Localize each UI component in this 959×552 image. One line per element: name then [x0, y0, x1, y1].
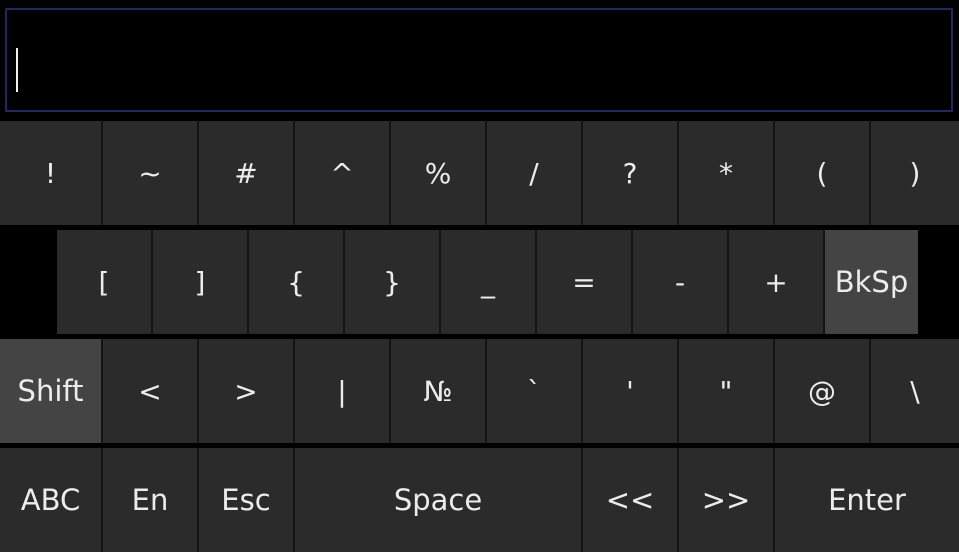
key-open-bracket[interactable]: [ — [57, 230, 153, 334]
key-numero[interactable]: № — [391, 339, 487, 443]
text-input-display[interactable] — [5, 8, 953, 112]
key-tilde[interactable]: ~ — [103, 121, 199, 225]
key-double-quote[interactable]: " — [679, 339, 775, 443]
key-percent[interactable]: % — [391, 121, 487, 225]
key-caret[interactable]: ^ — [295, 121, 391, 225]
enter-key[interactable]: Enter — [775, 448, 959, 552]
cursor-left-key[interactable]: << — [583, 448, 679, 552]
shift-key[interactable]: Shift — [0, 339, 103, 443]
key-hash[interactable]: # — [199, 121, 295, 225]
abc-layout-key[interactable]: ABC — [0, 448, 103, 552]
key-backslash[interactable]: \ — [871, 339, 959, 443]
key-question[interactable]: ? — [583, 121, 679, 225]
key-open-paren[interactable]: ( — [775, 121, 871, 225]
text-caret — [16, 48, 18, 92]
key-backtick[interactable]: ` — [487, 339, 583, 443]
key-underscore[interactable]: _ — [441, 230, 537, 334]
key-minus[interactable]: - — [633, 230, 729, 334]
key-less-than[interactable]: < — [103, 339, 199, 443]
key-greater-than[interactable]: > — [199, 339, 295, 443]
key-asterisk[interactable]: * — [679, 121, 775, 225]
key-plus[interactable]: + — [729, 230, 825, 334]
key-apostrophe[interactable]: ' — [583, 339, 679, 443]
backspace-key[interactable]: BkSp — [825, 230, 918, 334]
key-pipe[interactable]: | — [295, 339, 391, 443]
key-equals[interactable]: = — [537, 230, 633, 334]
space-key[interactable]: Space — [295, 448, 583, 552]
language-key[interactable]: En — [103, 448, 199, 552]
key-slash[interactable]: / — [487, 121, 583, 225]
cursor-right-key[interactable]: >> — [679, 448, 775, 552]
key-close-bracket[interactable]: ] — [153, 230, 249, 334]
key-close-paren[interactable]: ) — [871, 121, 959, 225]
escape-key[interactable]: Esc — [199, 448, 295, 552]
key-close-brace[interactable]: } — [345, 230, 441, 334]
key-exclamation[interactable]: ! — [0, 121, 103, 225]
key-at[interactable]: @ — [775, 339, 871, 443]
key-open-brace[interactable]: { — [249, 230, 345, 334]
